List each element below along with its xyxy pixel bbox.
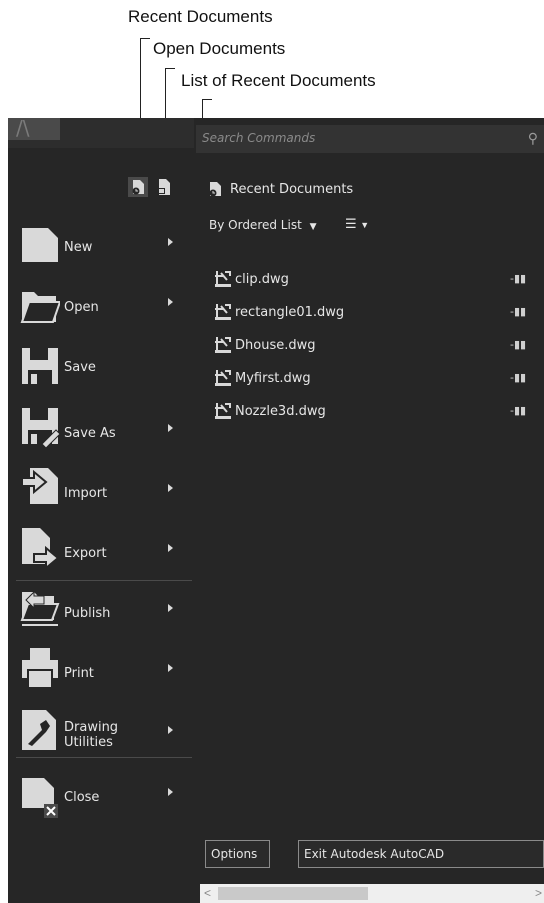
chevron-right-icon [168,424,173,432]
close-document-icon [22,778,58,818]
menu-label-import: Import [64,486,108,501]
menu-item-export[interactable]: Export [16,520,186,574]
horizontal-scrollbar[interactable]: < > [200,884,544,903]
document-name: Dhouse.dwg [235,338,316,353]
callout-list-of-recent-documents: List of Recent Documents [181,71,376,90]
menu-label-print: Print [64,666,94,681]
leader-open-h [165,68,175,69]
pin-icon[interactable]: -▮▮ [510,371,526,384]
save-icon [22,348,58,384]
recent-document-item[interactable]: clip.dwg -▮▮ [205,268,544,292]
chevron-right-icon [168,544,173,552]
exit-autocad-button[interactable]: Exit Autodesk AutoCAD [298,840,544,868]
sort-order-label: By Ordered List [209,218,302,232]
scrollbar-thumb[interactable] [218,887,368,900]
document-name: Myfirst.dwg [235,371,311,386]
chevron-right-icon [168,298,173,306]
menu-item-open[interactable]: Open [16,280,186,334]
export-icon [22,528,60,568]
printer-icon [22,648,58,689]
chevron-right-icon [168,484,173,492]
options-button[interactable]: Options [205,840,270,868]
menu-item-save[interactable]: Save [16,340,186,394]
recent-document-item[interactable]: Dhouse.dwg -▮▮ [205,334,544,358]
menu-item-publish[interactable]: Publish [16,582,186,636]
pin-icon[interactable]: -▮▮ [510,305,526,318]
dwg-file-icon [215,304,231,320]
chevron-right-icon [168,788,173,796]
recent-document-item[interactable]: Nozzle3d.dwg -▮▮ [205,400,544,424]
search-icon[interactable]: ⚲ [528,130,538,147]
menu-divider [16,757,192,758]
drawing-utilities-icon [22,710,56,750]
menu-label-publish: Publish [64,606,111,621]
menu-label-save-as: Save As [64,426,116,441]
chevron-right-icon [168,726,173,734]
sort-order-dropdown[interactable]: By Ordered List ▼ [209,218,317,232]
caret-down-icon: ▼ [360,220,370,230]
dwg-file-icon [215,370,231,386]
callout-recent-documents: Recent Documents [128,7,273,26]
menu-item-import[interactable]: Import [16,460,186,514]
import-icon [21,468,58,504]
pin-icon[interactable]: -▮▮ [510,338,526,351]
recent-document-item[interactable]: Myfirst.dwg -▮▮ [205,367,544,391]
recent-documents-header-icon [209,182,221,197]
pin-icon[interactable]: -▮▮ [510,272,526,285]
chevron-right-icon [168,604,173,612]
chevron-right-icon [168,664,173,672]
menu-divider [16,580,192,581]
menu-item-save-as[interactable]: Save As [16,400,186,454]
list-view-icon: ☰ [345,217,357,232]
autocad-logo-icon: /\ [16,118,30,140]
scroll-left-icon[interactable]: < [204,886,211,900]
application-header: /\ [8,118,194,148]
dwg-file-icon [215,337,231,353]
leader-recent-h [140,38,150,39]
view-mode-dropdown[interactable]: ☰ ▼ [345,216,369,232]
dwg-file-icon [215,271,231,287]
menu-label-save: Save [64,360,96,375]
menu-label-drawing: Drawing [64,720,119,735]
recent-documents-title: Recent Documents [230,182,354,197]
menu-label-utilities: Utilities [64,735,113,750]
application-menu: /\ Search Commands ⚲ New Open Save Save … [8,118,544,903]
document-name: Nozzle3d.dwg [235,404,326,419]
open-documents-toggle-icon[interactable] [155,177,175,197]
folder-open-icon [20,292,60,323]
chevron-right-icon [168,238,173,246]
dwg-file-icon [215,403,231,419]
scroll-right-icon[interactable]: > [535,886,542,900]
callout-open-documents: Open Documents [153,39,286,58]
caret-down-icon: ▼ [309,222,317,232]
menu-item-close[interactable]: Close [16,770,186,824]
document-name: rectangle01.dwg [235,305,345,320]
menu-item-print[interactable]: Print [16,642,186,696]
application-button[interactable]: /\ [8,118,60,140]
recent-document-item[interactable]: rectangle01.dwg -▮▮ [205,301,544,325]
recent-documents-toggle-icon[interactable] [128,177,148,197]
new-document-icon [22,228,58,262]
menu-label-new: New [64,240,93,255]
search-commands-box[interactable]: Search Commands ⚲ [196,125,544,153]
leader-list-h [202,99,212,100]
pin-icon[interactable]: -▮▮ [510,404,526,417]
menu-label-close: Close [64,790,100,805]
menu-item-new[interactable]: New [16,220,186,274]
menu-item-drawing-utilities[interactable]: Drawing Utilities [16,702,186,756]
document-name: clip.dwg [235,272,289,287]
search-input[interactable]: Search Commands [202,131,315,145]
menu-label-open: Open [64,300,99,315]
menu-label-export: Export [64,546,107,561]
publish-icon [20,590,60,626]
save-as-icon [22,408,60,448]
